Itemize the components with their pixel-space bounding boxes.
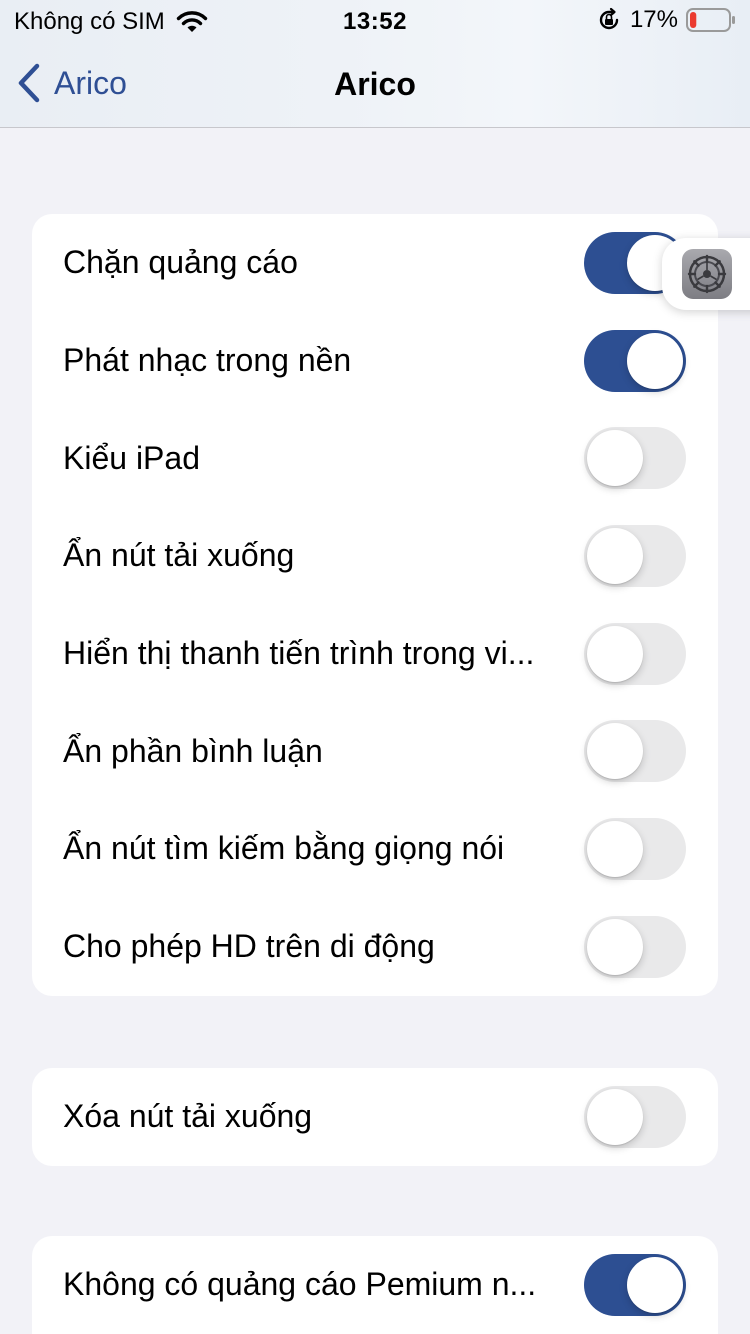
floating-settings-button[interactable]: [662, 238, 750, 310]
setting-label: Phát nhạc trong nền: [63, 342, 352, 379]
setting-row: Ẩn nút tải xuống: [32, 507, 718, 605]
toggle-switch[interactable]: [584, 622, 686, 685]
setting-label: Chặn quảng cáo: [63, 244, 298, 281]
battery-percent: 17%: [629, 6, 678, 33]
setting-row: Ẩn phần bình luận: [32, 702, 718, 800]
toggle-switch[interactable]: [584, 915, 686, 978]
gear-icon: [687, 254, 727, 294]
toggle-switch[interactable]: [584, 427, 686, 490]
header: Không có SIM 13:52 17% Arico Arico: [0, 0, 750, 128]
toggle-knob: [587, 527, 643, 584]
toggle-knob: [587, 820, 643, 877]
setting-row: Không có quảng cáo Pemium n...: [32, 1236, 718, 1334]
status-right: 17%: [596, 6, 736, 34]
settings-gear-icon: [682, 249, 732, 299]
settings-group-premium: Không có quảng cáo Pemium n...: [32, 1236, 718, 1334]
setting-label: Cho phép HD trên di động: [63, 928, 435, 965]
setting-label: Xóa nút tải xuống: [63, 1098, 313, 1135]
toggle-knob: [587, 625, 643, 682]
setting-label: Hiển thị thanh tiến trình trong vi...: [63, 635, 535, 672]
setting-label: Ẩn phần bình luận: [63, 732, 323, 769]
toggle-knob: [627, 1256, 683, 1313]
toggle-knob: [587, 1088, 643, 1145]
settings-group-main: Chặn quảng cáo Phát nhạc trong nền Kiểu iP…: [32, 214, 718, 996]
toggle-switch[interactable]: [584, 817, 686, 880]
setting-label: Không có quảng cáo Pemium n...: [63, 1266, 537, 1303]
setting-row: Phát nhạc trong nền: [32, 312, 718, 410]
setting-row: Ẩn nút tìm kiếm bằng giọng nói: [32, 800, 718, 898]
setting-row: Xóa nút tải xuống: [32, 1068, 718, 1166]
setting-row: Chặn quảng cáo: [32, 214, 718, 312]
toggle-switch[interactable]: [584, 1085, 686, 1148]
setting-row: Hiển thị thanh tiến trình trong vi...: [32, 605, 718, 703]
setting-row: Cho phép HD trên di động: [32, 898, 718, 996]
toggle-knob: [587, 430, 643, 487]
nav-bar: Arico Arico: [0, 40, 750, 128]
orientation-lock-icon: [599, 7, 619, 30]
settings-group-download: Xóa nút tải xuống: [32, 1068, 718, 1166]
status-bar: Không có SIM 13:52 17%: [0, 0, 750, 40]
battery-icon: [686, 8, 735, 32]
page-title: Arico: [334, 66, 416, 102]
setting-label: Ẩn nút tìm kiếm bằng giọng nói: [63, 830, 505, 867]
toggle-switch[interactable]: [584, 524, 686, 587]
setting-label: Kiểu iPad: [63, 439, 200, 476]
setting-label: Ẩn nút tải xuống: [63, 537, 295, 574]
toggle-switch[interactable]: [584, 1253, 686, 1316]
toggle-switch[interactable]: [584, 329, 686, 392]
setting-row: Kiểu iPad: [32, 409, 718, 507]
toggle-knob: [587, 918, 643, 975]
toggle-switch[interactable]: [584, 720, 686, 783]
toggle-knob: [587, 723, 643, 780]
toggle-knob: [627, 332, 683, 389]
